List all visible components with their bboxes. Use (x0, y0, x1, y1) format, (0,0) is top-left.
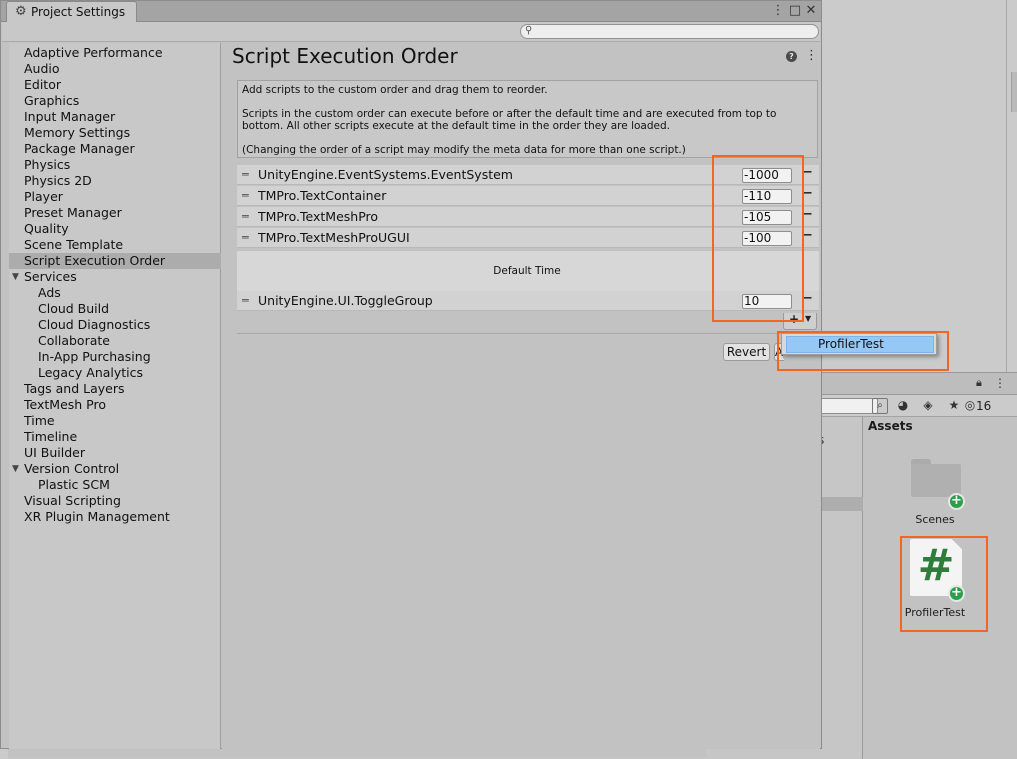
settings-search-bar: ⚲ (2, 22, 820, 42)
highlight-order-values (712, 155, 804, 322)
sidebar-item-preset-manager[interactable]: Preset Manager (9, 205, 221, 221)
sidebar-item-input-manager[interactable]: Input Manager (9, 109, 221, 125)
lock-icon[interactable]: 🔒︎ (976, 376, 982, 390)
close-icon[interactable]: ✕ (803, 3, 819, 18)
sidebar-item-cloud-build[interactable]: Cloud Build (9, 301, 221, 317)
more-options-icon[interactable]: ⋮ (805, 48, 818, 63)
drag-handle-icon[interactable]: ═ (242, 210, 249, 223)
sidebar-item-physics-2d[interactable]: Physics 2D (9, 173, 221, 189)
info-help-box: Add scripts to the custom order and drag… (237, 80, 818, 158)
sidebar-item-memory-settings[interactable]: Memory Settings (9, 125, 221, 141)
page-title: Script Execution Order (232, 44, 458, 68)
search-icon: ⚲ (525, 25, 533, 36)
sidebar-item-textmesh-pro[interactable]: TextMesh Pro (9, 397, 221, 413)
sidebar-item-version-control[interactable]: ▼ Version Control (9, 461, 221, 477)
window-menu-icon[interactable]: ⋮ (770, 3, 786, 18)
hidden-packages-count: 16 (976, 399, 992, 413)
sidebar-item-audio[interactable]: Audio (9, 61, 221, 77)
help-icon[interactable]: ? (786, 51, 797, 62)
drag-handle-icon[interactable]: ═ (242, 168, 249, 181)
favorite-star-icon[interactable]: ★ (946, 398, 962, 414)
collab-add-badge-icon: + (948, 493, 965, 510)
background-scrollbar[interactable] (1011, 72, 1017, 112)
sidebar-item-ads[interactable]: Ads (9, 285, 221, 301)
more-options-icon[interactable]: ⋮ (994, 376, 1006, 390)
sidebar-item-visual-scripting[interactable]: Visual Scripting (9, 493, 221, 509)
info-text-line: Add scripts to the custom order and drag… (242, 84, 548, 96)
script-name: UnityEngine.UI.ToggleGroup (258, 293, 433, 308)
script-name: TMPro.TextContainer (258, 188, 387, 203)
sidebar-item-tags-and-layers[interactable]: Tags and Layers (9, 381, 221, 397)
background-scene-area (820, 0, 1017, 372)
tab-label: Project Settings (31, 5, 126, 19)
script-name: TMPro.TextMeshProUGUI (258, 230, 410, 245)
revert-button[interactable]: Revert (723, 343, 770, 361)
sidebar-item-scene-template[interactable]: Scene Template (9, 237, 221, 253)
window-titlebar: ⚙ Project Settings ⋮ □ ✕ (1, 1, 821, 23)
drag-handle-icon[interactable]: ═ (242, 231, 249, 244)
tree-selected-item[interactable] (819, 497, 863, 511)
sidebar-item-quality[interactable]: Quality (9, 221, 221, 237)
highlight-dropdown (777, 331, 949, 371)
filter-by-label-icon[interactable]: ◈ (920, 398, 936, 414)
sidebar-item-xr-plugin-management[interactable]: XR Plugin Management (9, 509, 221, 525)
highlight-script-asset (900, 536, 988, 632)
sidebar-item-timeline[interactable]: Timeline (9, 429, 221, 445)
maximize-icon[interactable]: □ (787, 3, 803, 18)
tab-project-settings[interactable]: ⚙ Project Settings (6, 1, 137, 23)
filter-by-type-icon[interactable]: ◕ (895, 398, 911, 414)
sidebar-item-time[interactable]: Time (9, 413, 221, 429)
sidebar-item-legacy-analytics[interactable]: Legacy Analytics (9, 365, 221, 381)
background-divider (1006, 0, 1007, 372)
drag-handle-icon[interactable]: ═ (242, 294, 249, 307)
sidebar-item-physics[interactable]: Physics (9, 157, 221, 173)
sidebar-item-graphics[interactable]: Graphics (9, 93, 221, 109)
project-settings-window: ⚙ Project Settings ⋮ □ ✕ ⚲ Adaptive Perf… (0, 0, 822, 749)
sidebar-item-collaborate[interactable]: Collaborate (9, 333, 221, 349)
sidebar-item-services[interactable]: ▼ Services (9, 269, 221, 285)
sidebar-item-cloud-diagnostics[interactable]: Cloud Diagnostics (9, 317, 221, 333)
sidebar-item-package-manager[interactable]: Package Manager (9, 141, 221, 157)
gear-icon: ⚙ (15, 4, 27, 19)
sidebar-item-adaptive-performance[interactable]: Adaptive Performance (9, 45, 221, 61)
folder-icon[interactable] (911, 459, 961, 497)
drag-handle-icon[interactable]: ═ (242, 189, 249, 202)
sidebar-item-ui-builder[interactable]: UI Builder (9, 445, 221, 461)
asset-label-scenes[interactable]: Scenes (895, 513, 975, 526)
info-text-line: Scripts in the custom order can execute … (242, 108, 777, 132)
settings-content: Script Execution Order ? ⋮ Add scripts t… (222, 43, 820, 749)
sidebar-item-in-app-purchasing[interactable]: In-App Purchasing (9, 349, 221, 365)
expand-triangle-icon[interactable]: ▼ (12, 269, 19, 285)
chevron-down-icon: ▼ (805, 314, 812, 323)
sidebar-item-player[interactable]: Player (9, 189, 221, 205)
divider (237, 333, 818, 334)
project-search-input[interactable] (816, 398, 878, 414)
settings-sidebar: Adaptive Performance Audio Editor Graphi… (9, 43, 221, 749)
sidebar-item-plastic-scm[interactable]: Plastic SCM (9, 477, 221, 493)
settings-search-input[interactable] (520, 24, 819, 39)
sidebar-item-editor[interactable]: Editor (9, 77, 221, 93)
script-name: TMPro.TextMeshPro (258, 209, 379, 224)
expand-triangle-icon[interactable]: ▼ (12, 461, 19, 477)
search-by-type-icon[interactable]: ⌕ (872, 398, 888, 414)
sidebar-item-script-execution-order[interactable]: Script Execution Order (9, 253, 221, 269)
script-name: UnityEngine.EventSystems.EventSystem (258, 167, 513, 182)
